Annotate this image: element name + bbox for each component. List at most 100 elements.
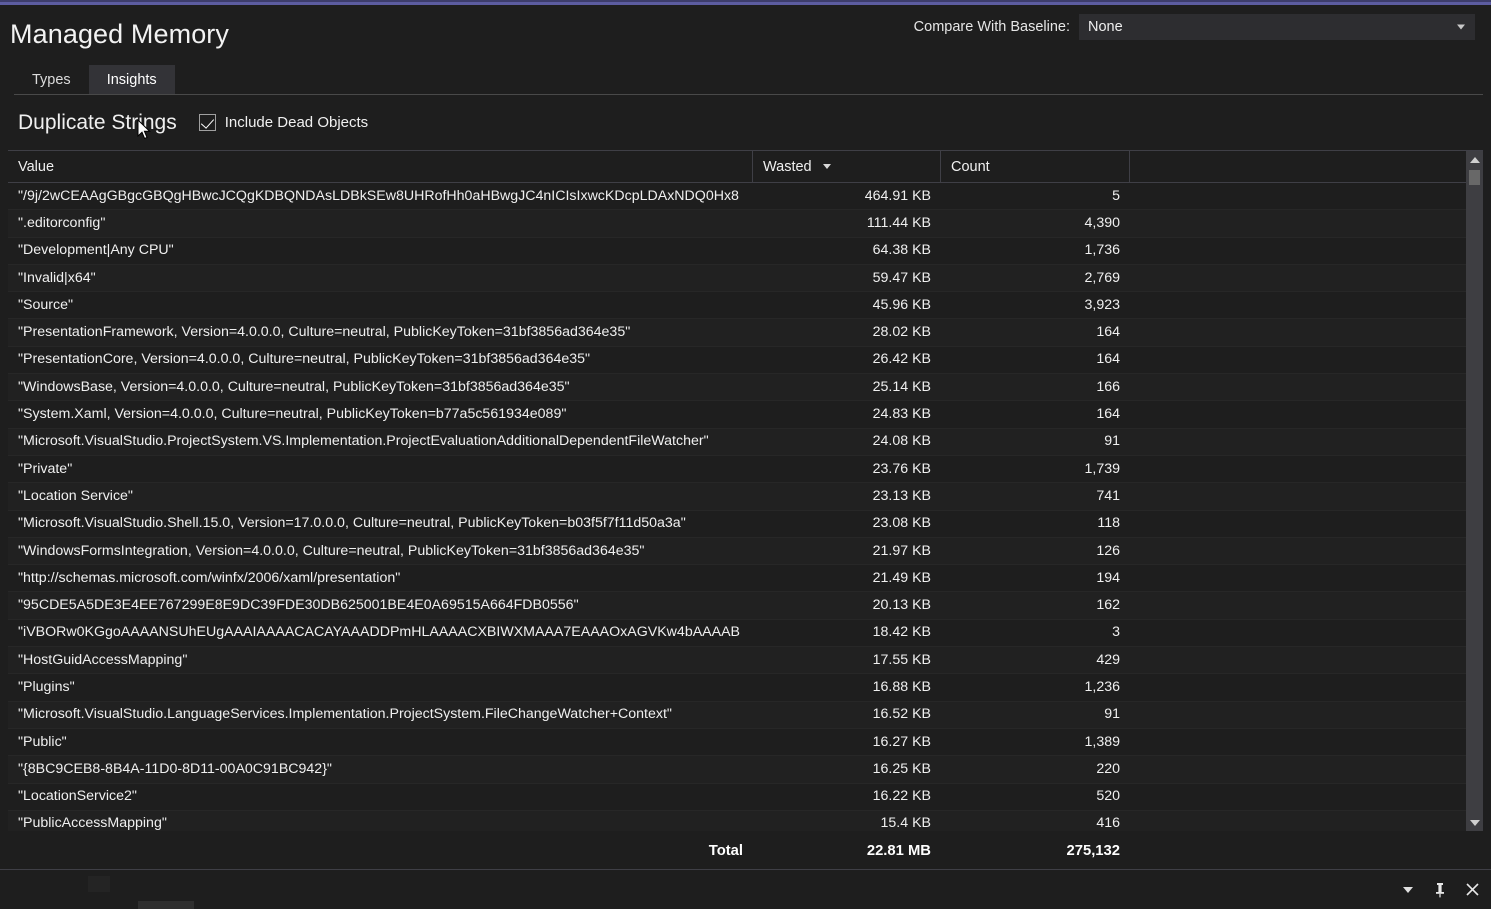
cell-wasted: 18.42 KB [872, 624, 931, 641]
cell-value: "LocationService2" [18, 788, 137, 805]
chevron-down-icon [1457, 24, 1465, 30]
table-row[interactable]: "95CDE5A5DE3E4EE767299E8E9DC39FDE30DB625… [8, 592, 1466, 620]
cell-count: 220 [1096, 760, 1120, 777]
column-header-value[interactable]: Value [8, 151, 753, 182]
cell-wasted: 16.88 KB [872, 679, 931, 695]
cell-wasted: 20.13 KB [872, 597, 931, 614]
cell-value: "{8BC9CEB8-8B4A-11D0-8D11-00A0C91BC942}" [18, 760, 332, 777]
sort-descending-icon [822, 164, 831, 169]
cell-value: ".editorconfig" [18, 214, 106, 231]
column-header-wasted[interactable]: Wasted [753, 151, 941, 182]
cell-value: "System.Xaml, Version=4.0.0.0, Culture=n… [18, 406, 567, 423]
cell-value: "/9j/2wCEAAgGBgcGBQgHBwcJCQgKDBQNDAsLDBk… [18, 187, 739, 204]
scroll-up-arrow-icon[interactable] [1466, 151, 1483, 168]
column-header-count[interactable]: Count [941, 151, 1130, 182]
table-row[interactable]: "LocationService2" 16.22 KB 520 [8, 784, 1466, 811]
table-row[interactable]: "iVBORw0KGgoAAAANSUhEUgAAAIAAAACACAYAAAD… [8, 620, 1466, 648]
cell-wasted: 464.91 KB [864, 187, 931, 204]
cell-count: 126 [1096, 542, 1120, 559]
table-row[interactable]: "/9j/2wCEAAgGBgcGBQgHBwcJCQgKDBQNDAsLDBk… [8, 183, 1466, 211]
table-row[interactable]: "System.Xaml, Version=4.0.0.0, Culture=n… [8, 401, 1466, 429]
cell-wasted: 23.13 KB [872, 487, 931, 504]
table-row[interactable]: "PresentationFramework, Version=4.0.0.0,… [8, 319, 1466, 347]
cell-wasted: 16.52 KB [872, 706, 931, 723]
cell-value: "PublicAccessMapping" [18, 815, 167, 831]
table-row[interactable]: "Public" 16.27 KB 1,389 [8, 729, 1466, 757]
table-row[interactable]: "Microsoft.VisualStudio.ProjectSystem.VS… [8, 428, 1466, 456]
cell-wasted: 16.25 KB [872, 760, 931, 777]
cell-count: 118 [1097, 515, 1120, 532]
compare-with-baseline-label: Compare With Baseline: [913, 19, 1070, 35]
column-header-wasted-label: Wasted [763, 158, 812, 175]
cell-wasted: 26.42 KB [872, 351, 931, 368]
table-row[interactable]: "Microsoft.VisualStudio.Shell.15.0, Vers… [8, 511, 1466, 538]
table-row[interactable]: "PresentationCore, Version=4.0.0.0, Cult… [8, 347, 1466, 375]
cell-count: 166 [1096, 378, 1120, 395]
header: Managed Memory Compare With Baseline: No… [0, 0, 1491, 60]
cell-count: 1,236 [1084, 679, 1120, 695]
window-menu-button[interactable] [1399, 881, 1417, 899]
table-row[interactable]: "Microsoft.VisualStudio.LanguageServices… [8, 701, 1466, 729]
table-row[interactable]: "WindowsBase, Version=4.0.0.0, Culture=n… [8, 374, 1466, 402]
cell-wasted: 45.96 KB [872, 296, 931, 313]
compare-with-baseline-select[interactable]: None [1079, 14, 1475, 40]
table-row[interactable]: "WindowsFormsIntegration, Version=4.0.0.… [8, 537, 1466, 566]
table-row[interactable]: "http://schemas.microsoft.com/winfx/2006… [8, 565, 1466, 593]
insights-toolbar: Duplicate Strings Include Dead Objects [0, 95, 1491, 150]
cell-value: "Microsoft.VisualStudio.LanguageServices… [18, 706, 672, 723]
include-dead-objects-checkbox[interactable]: Include Dead Objects [198, 114, 369, 131]
cell-count: 3,923 [1084, 296, 1120, 313]
compare-with-baseline-value: None [1088, 19, 1123, 35]
cell-value: "Plugins" [18, 679, 75, 695]
cell-count: 194 [1096, 569, 1120, 586]
scrollbar-thumb[interactable] [1469, 170, 1480, 185]
cell-value: "PresentationCore, Version=4.0.0.0, Cult… [18, 351, 591, 368]
total-wasted: 22.81 MB [866, 842, 931, 859]
vertical-scrollbar[interactable] [1466, 151, 1483, 831]
cell-wasted: 111.44 KB [866, 214, 931, 231]
cell-value: "Microsoft.VisualStudio.ProjectSystem.VS… [18, 433, 709, 450]
table-row[interactable]: "Private" 23.76 KB 1,739 [8, 456, 1466, 484]
table-row[interactable]: "Invalid|x64" 59.47 KB 2,769 [8, 264, 1466, 293]
table-row[interactable]: "PublicAccessMapping" 15.4 KB 416 [8, 810, 1466, 831]
cell-wasted: 23.76 KB [872, 460, 931, 477]
table-row[interactable]: "Development|Any CPU" 64.38 KB 1,736 [8, 238, 1466, 265]
pin-window-button[interactable] [1431, 881, 1449, 899]
chevron-down-icon [1403, 886, 1413, 893]
cell-value: "Microsoft.VisualStudio.Shell.15.0, Vers… [18, 515, 686, 532]
window-statusbar [0, 869, 1491, 909]
close-window-button[interactable] [1463, 881, 1481, 899]
cell-wasted: 21.49 KB [872, 569, 931, 586]
tab-types[interactable]: Types [14, 65, 89, 95]
pin-icon [1436, 882, 1444, 897]
cell-count: 2,769 [1084, 269, 1120, 286]
table-row[interactable]: ".editorconfig" 111.44 KB 4,390 [8, 210, 1466, 238]
scrollbar-track[interactable] [1466, 168, 1483, 814]
cell-count: 162 [1096, 597, 1120, 614]
cell-count: 164 [1096, 406, 1120, 423]
grid-body-area: Value Wasted Count "/9j/2wCEAAgGBgcGBQgH… [8, 151, 1483, 831]
table-row[interactable]: "Source" 45.96 KB 3,923 [8, 292, 1466, 320]
include-dead-objects-label: Include Dead Objects [224, 114, 369, 131]
table-row[interactable]: "{8BC9CEB8-8B4A-11D0-8D11-00A0C91BC942}"… [8, 756, 1466, 784]
cell-wasted: 24.08 KB [872, 433, 931, 450]
table-row[interactable]: "HostGuidAccessMapping" 17.55 KB 429 [8, 647, 1466, 675]
tab-bar: Types Insights [0, 60, 1491, 95]
total-count: 275,132 [1066, 842, 1121, 859]
tab-insights[interactable]: Insights [88, 65, 175, 95]
scroll-down-arrow-icon[interactable] [1466, 814, 1483, 831]
cell-value: "Development|Any CPU" [18, 242, 174, 259]
cell-count: 5 [1112, 187, 1120, 204]
table-row[interactable]: "Plugins" 16.88 KB 1,236 [8, 674, 1466, 702]
cell-count: 1,389 [1084, 733, 1120, 750]
cell-count: 4,390 [1084, 214, 1120, 231]
cell-count: 520 [1096, 788, 1120, 805]
cell-wasted: 17.55 KB [872, 651, 931, 668]
cell-value: "Location Service" [18, 487, 133, 504]
cell-value: "Source" [18, 296, 74, 313]
table-row[interactable]: "Location Service" 23.13 KB 741 [8, 483, 1466, 511]
checkmark-icon [198, 114, 216, 131]
cell-wasted: 64.38 KB [872, 242, 931, 259]
cell-value: "iVBORw0KGgoAAAANSUhEUgAAAIAAAACACAYAAAD… [18, 624, 741, 641]
cell-count: 416 [1096, 815, 1120, 831]
